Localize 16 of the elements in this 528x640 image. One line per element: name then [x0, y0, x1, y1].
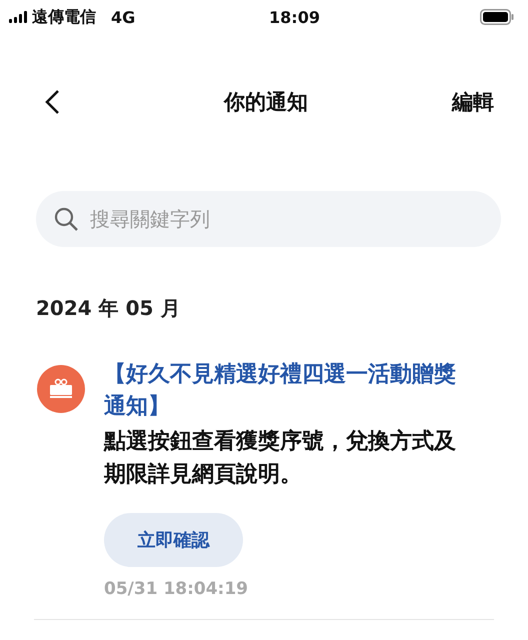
- carrier-name: 遠傳電信: [32, 6, 96, 28]
- search-field[interactable]: 搜尋關鍵字列: [36, 191, 501, 247]
- battery-icon: [480, 9, 514, 25]
- timestamp: 05/31 18:04:19: [104, 579, 250, 599]
- gift-icon: [37, 365, 85, 413]
- clock: 18:09: [269, 8, 320, 26]
- network-type: 4G: [111, 8, 136, 26]
- confirm-button[interactable]: 立即確認: [104, 513, 243, 567]
- edit-button[interactable]: 編輯: [452, 88, 494, 116]
- back-icon[interactable]: [44, 89, 60, 115]
- page-title: 你的通知: [224, 89, 308, 116]
- month-heading: 2024 年 05 月: [36, 295, 182, 322]
- signal-icon: [9, 11, 27, 23]
- notification-text: 點選按鈕查看獲獎序號，兌換方式及期限詳見網頁說明。: [104, 428, 457, 489]
- search-icon: [54, 207, 78, 231]
- notification-title[interactable]: 【好久不見精選好禮四選一活動贈獎通知】: [104, 359, 466, 423]
